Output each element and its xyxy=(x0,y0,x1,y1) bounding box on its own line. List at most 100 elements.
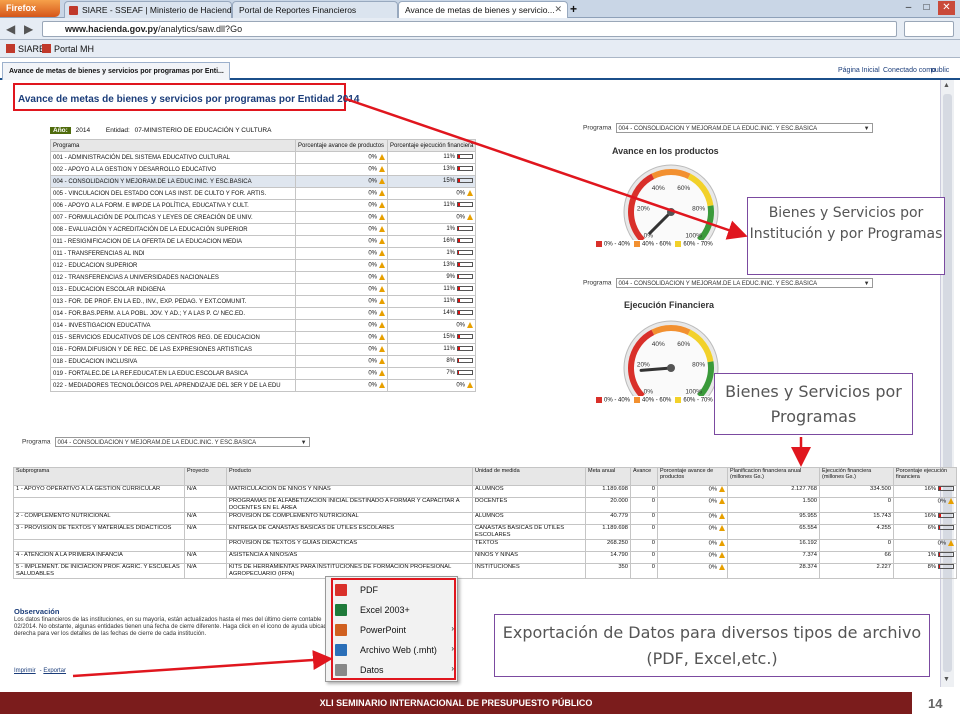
maximize-icon[interactable]: □ xyxy=(918,1,935,15)
column-header[interactable]: Ejecución financiera (millones Gs.) xyxy=(819,467,894,486)
table-row[interactable]: 5 - IMPLEMENT. DE INICIACION PROF. AGRÍC… xyxy=(13,563,957,579)
scroll-up-icon[interactable]: ▲ xyxy=(943,82,950,89)
table-row[interactable]: PROVISION DE TEXTOS Y GUIAS DIDACTICAS TE… xyxy=(13,539,957,552)
program-name[interactable]: 012 - TRANSFERENCIAS A UNIVERSIDADES NAC… xyxy=(50,271,296,284)
column-header[interactable]: Programa xyxy=(50,139,296,152)
program-name[interactable]: 011 - RESIGNIFICACION DE LA OFERTA DE LA… xyxy=(50,235,296,248)
program-name[interactable]: 002 - APOYO A LA GESTION Y DESARROLLO ED… xyxy=(50,163,296,176)
table-row[interactable]: 001 - ADMINISTRACIÓN DEL SISTEMA EDUCATI… xyxy=(50,151,476,164)
program-name[interactable]: 007 - FORMULACIÓN DE POLITICAS Y LEYES D… xyxy=(50,211,296,224)
program-name[interactable]: 014 - FOR.BAS.PERM. A LA POBL. JOV. Y AD… xyxy=(50,307,296,320)
cell-value: 14.790 xyxy=(610,552,628,559)
close-tab-icon[interactable]: ✕ xyxy=(554,4,562,15)
firefox-menu-button[interactable]: Firefox xyxy=(0,0,60,17)
table-row[interactable]: PROGRAMAS DE ALFABETIZACIÓN INICIAL DEST… xyxy=(13,497,957,513)
product-progress-cell: 0% xyxy=(295,343,388,356)
column-header[interactable]: Porcentaje avance de productos xyxy=(657,467,728,486)
export-menu-item[interactable]: Excel 2003+ xyxy=(326,600,459,620)
progress-bar xyxy=(457,298,473,304)
column-header[interactable]: Porcentaje ejecución financiera xyxy=(387,139,476,152)
scroll-thumb[interactable] xyxy=(943,94,952,672)
program-name[interactable]: 011 - TRANSFERENCIAS AL INDI xyxy=(50,247,296,260)
table-row[interactable]: 015 - SERVICIOS EDUCATIVOS DE LOS CENTRO… xyxy=(50,331,476,344)
program-name[interactable]: 008 - EVALUACIÓN Y ACREDITACIÓN DE LA ED… xyxy=(50,223,296,236)
cell-pav: 0% xyxy=(657,497,728,513)
program-select[interactable]: 004 - CONSOLIDACION Y MEJORAM.DE LA EDUC… xyxy=(615,123,873,133)
new-tab-icon[interactable]: + xyxy=(570,2,577,16)
product-progress-cell: 0% xyxy=(295,271,388,284)
program-name[interactable]: 012 - EDUCACION SUPERIOR xyxy=(50,259,296,272)
export-link[interactable]: Exportar xyxy=(43,668,66,674)
bookmark-siare[interactable]: SIARE xyxy=(6,44,45,54)
table-row[interactable]: 012 - TRANSFERENCIAS A UNIVERSIDADES NAC… xyxy=(50,271,476,284)
column-header[interactable]: Meta anual xyxy=(585,467,631,486)
program-name[interactable]: 014 - INVESTIGACION EDUCATIVA xyxy=(50,319,296,332)
program-name[interactable]: 006 - APOYO A LA FORM. E IMP.DE LA POLÍT… xyxy=(50,199,296,212)
table-row[interactable]: 013 - FOR. DE PROF. EN LA ED., INV., EXP… xyxy=(50,295,476,308)
export-menu-item[interactable]: Datos › xyxy=(326,660,459,680)
column-header[interactable]: Producto xyxy=(226,467,473,486)
table-row[interactable]: 006 - APOYO A LA FORM. E IMP.DE LA POLÍT… xyxy=(50,199,476,212)
table-row[interactable]: 022 - MEDIADORES TECNOLÓGICOS P/EL APREN… xyxy=(50,379,476,392)
close-window-icon[interactable]: ✕ xyxy=(938,1,955,15)
column-header[interactable]: Subprograma xyxy=(13,467,185,486)
table-row[interactable]: 013 - EDUCACION ESCOLAR INDIGENA 0% 11% xyxy=(50,283,476,296)
print-link[interactable]: Imprimir xyxy=(14,668,36,674)
browser-tab-portal[interactable]: Portal de Reportes Financieros xyxy=(232,1,398,18)
table-row[interactable]: 002 - APOYO A LA GESTION Y DESARROLLO ED… xyxy=(50,163,476,176)
home-link[interactable]: Página Inicial xyxy=(838,67,880,74)
export-menu-item[interactable]: PDF xyxy=(326,580,459,600)
product-progress-value: 0% xyxy=(368,214,377,221)
column-header[interactable]: Unidad de medida xyxy=(472,467,586,486)
column-header[interactable]: Avance xyxy=(630,467,658,486)
report-tab[interactable]: Avance de metas de bienes y servicios po… xyxy=(2,62,230,80)
table-row[interactable]: 4 - ATENCION A LA PRIMERA INFANCIA N/A ASI… xyxy=(13,551,957,564)
program-name[interactable]: 016 - FORM.DIFUSION Y DE REC. DE LAS EXP… xyxy=(50,343,296,356)
back-icon[interactable]: ◀ xyxy=(6,22,15,36)
table-row[interactable]: 018 - EDUCACION INCLUSIVA 0% 8% xyxy=(50,355,476,368)
table-row[interactable]: 007 - FORMULACIÓN DE POLITICAS Y LEYES D… xyxy=(50,211,476,224)
table-row[interactable]: 005 - VINCULACION DEL ESTADO CON LAS INS… xyxy=(50,187,476,200)
program-name[interactable]: 005 - VINCULACION DEL ESTADO CON LAS INS… xyxy=(50,187,296,200)
program-name[interactable]: 019 - FORTALEC.DE LA REF.EDUCAT.EN LA ED… xyxy=(50,367,296,380)
program-select[interactable]: 004 - CONSOLIDACION Y MEJORAM.DE LA EDUC… xyxy=(615,278,873,288)
product-progress-cell: 0% xyxy=(295,367,388,380)
column-header[interactable]: Porcentaje ejecución financiera xyxy=(893,467,957,486)
program-name[interactable]: 015 - SERVICIOS EDUCATIVOS DE LOS CENTRO… xyxy=(50,331,296,344)
column-header[interactable]: Porcentaje avance de productos xyxy=(295,139,388,152)
export-menu-item[interactable]: PowerPoint › xyxy=(326,620,459,640)
browser-tab-active[interactable]: Avance de metas de bienes y servicio... ✕ xyxy=(398,1,568,18)
table-row[interactable]: 011 - TRANSFERENCIAS AL INDI 0% 1% xyxy=(50,247,476,260)
table-row[interactable]: 004 - CONSOLIDACION Y MEJORAM.DE LA EDUC… xyxy=(50,175,476,188)
table-row[interactable]: 1 - APOYO OPERATIVO A LA GESTION CURRICU… xyxy=(13,485,957,498)
table-row[interactable]: 014 - FOR.BAS.PERM. A LA POBL. JOV. Y AD… xyxy=(50,307,476,320)
table-row[interactable]: 008 - EVALUACIÓN Y ACREDITACIÓN DE LA ED… xyxy=(50,223,476,236)
vertical-scrollbar[interactable]: ▲ ▼ xyxy=(940,80,954,687)
user-link[interactable]: public xyxy=(931,67,949,74)
minimize-icon[interactable]: – xyxy=(900,1,917,15)
program-name[interactable]: 001 - ADMINISTRACIÓN DEL SISTEMA EDUCATI… xyxy=(50,151,296,164)
program-name[interactable]: 013 - FOR. DE PROF. EN LA ED., INV., EXP… xyxy=(50,295,296,308)
table-row[interactable]: 016 - FORM.DIFUSION Y DE REC. DE LAS EXP… xyxy=(50,343,476,356)
forward-icon[interactable]: ▶ xyxy=(24,22,33,36)
column-header[interactable]: Proyecto xyxy=(184,467,227,486)
scroll-down-icon[interactable]: ▼ xyxy=(943,676,950,683)
url-bar[interactable]: www.hacienda.gov.py/analytics/saw.dll?Go xyxy=(42,21,897,37)
program-name[interactable]: 022 - MEDIADORES TECNOLÓGICOS P/EL APREN… xyxy=(50,379,296,392)
bookmark-portal-mh[interactable]: Portal MH xyxy=(42,44,94,54)
program-select[interactable]: 004 - CONSOLIDACION Y MEJORAM.DE LA EDUC… xyxy=(54,437,310,447)
browser-tab-siare[interactable]: SIARE - SSEAF | Ministerio de Hacienda xyxy=(64,1,232,18)
column-header[interactable]: Planificacion financiera anual (millones… xyxy=(727,467,820,486)
table-row[interactable]: 014 - INVESTIGACION EDUCATIVA 0% 0% xyxy=(50,319,476,332)
search-box[interactable] xyxy=(904,21,954,37)
program-name[interactable]: 013 - EDUCACION ESCOLAR INDIGENA xyxy=(50,283,296,296)
table-row[interactable]: 012 - EDUCACION SUPERIOR 0% 13% xyxy=(50,259,476,272)
program-name[interactable]: 018 - EDUCACION INCLUSIVA xyxy=(50,355,296,368)
program-name[interactable]: 004 - CONSOLIDACION Y MEJORAM.DE LA EDUC… xyxy=(50,175,296,188)
table-row[interactable]: 2 - COMPLEMENTO NUTRICIONAL N/A PROVISION … xyxy=(13,512,957,525)
table-row[interactable]: 011 - RESIGNIFICACION DE LA OFERTA DE LA… xyxy=(50,235,476,248)
export-menu-item[interactable]: Archivo Web (.mht) › xyxy=(326,640,459,660)
table-row[interactable]: 3 - PROVISION DE TEXTOS Y MATERIALES DID… xyxy=(13,524,957,540)
legend-swatch xyxy=(596,241,602,247)
table-row[interactable]: 019 - FORTALEC.DE LA REF.EDUCAT.EN LA ED… xyxy=(50,367,476,380)
